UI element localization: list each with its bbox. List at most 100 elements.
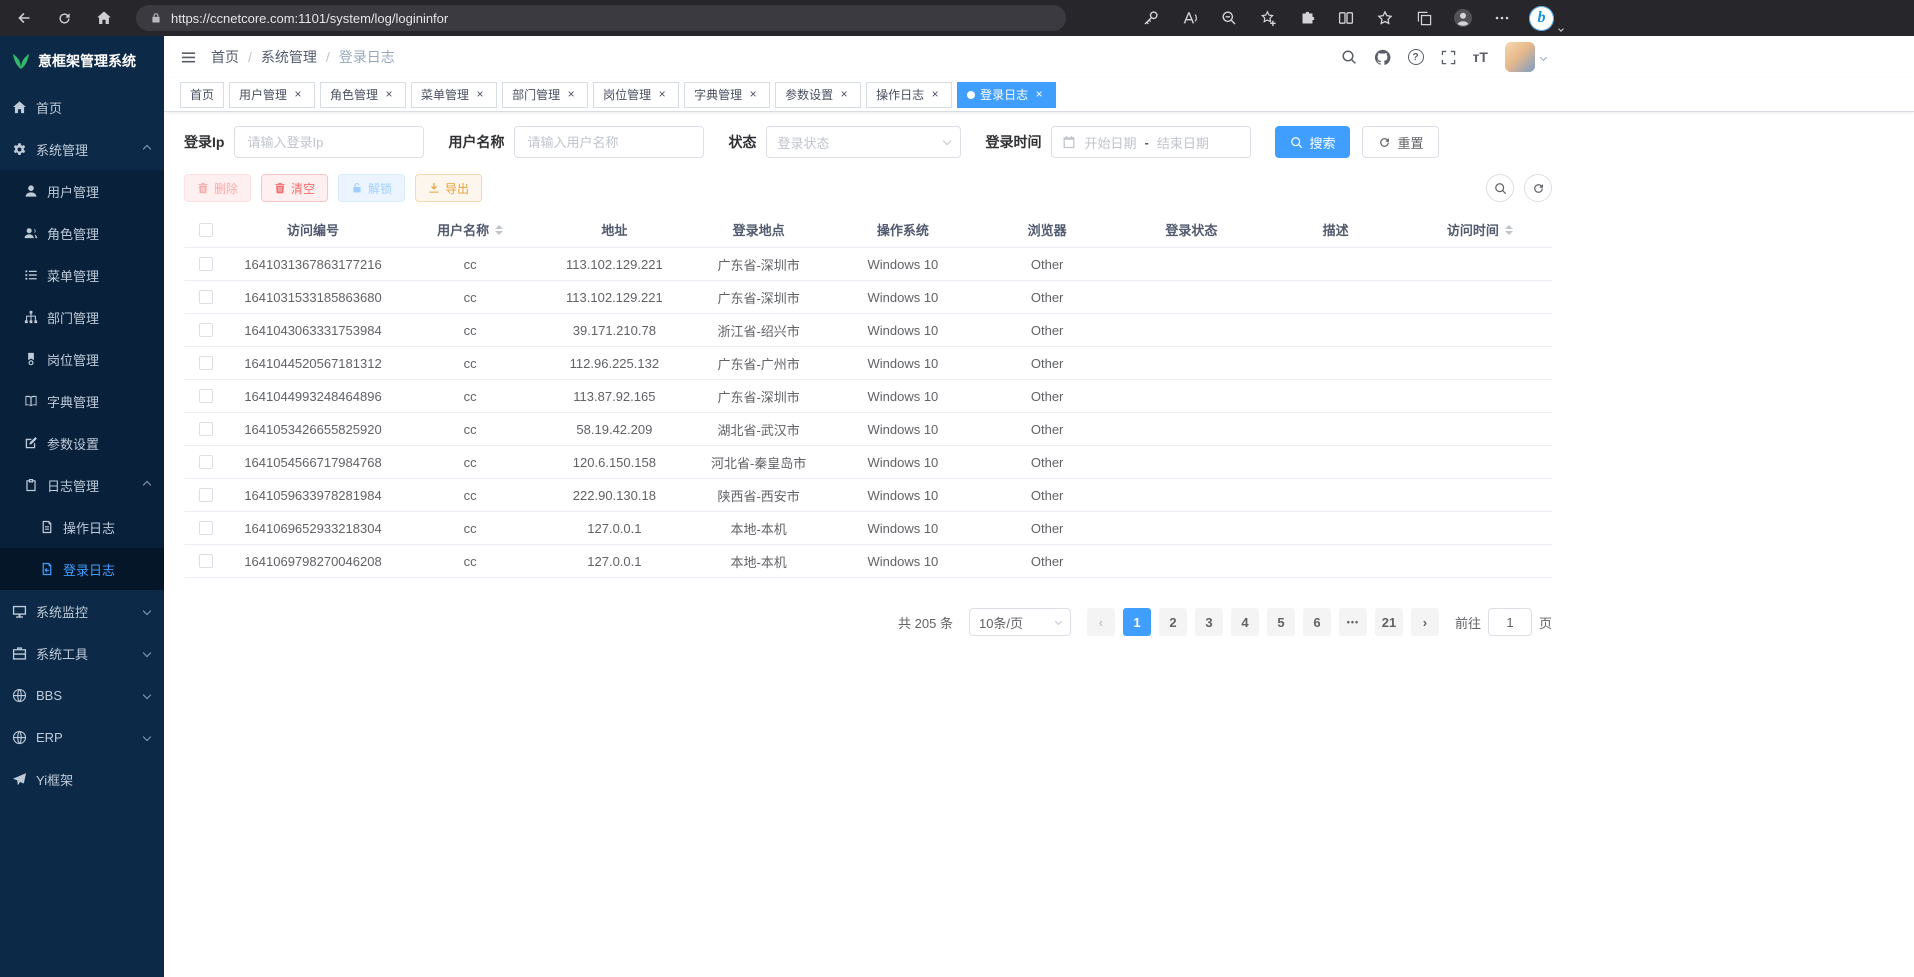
reset-button[interactable]: 重置 [1362,126,1439,158]
more-pages-button[interactable]: ••• [1339,608,1367,636]
sidebar-item-log-management[interactable]: 日志管理 [0,464,164,506]
sidebar-item-bbs[interactable]: BBS [0,674,164,716]
password-key-button[interactable] [1139,6,1163,30]
tab-close-icon[interactable]: × [746,88,760,102]
browser-home-button[interactable] [92,6,116,30]
sidebar-item-menu-management[interactable]: 菜单管理 [0,254,164,296]
page-button-6[interactable]: 6 [1303,608,1331,636]
tab-login-log[interactable]: 登录日志× [957,82,1056,108]
toolbox-icon [12,646,27,661]
sidebar-item-post-management[interactable]: 岗位管理 [0,338,164,380]
status-select[interactable]: 登录状态 [766,126,961,158]
tab-param-settings[interactable]: 参数设置× [775,82,861,108]
prev-page-button[interactable]: ‹ [1087,608,1115,636]
tab-operation-log[interactable]: 操作日志× [866,82,952,108]
delete-button[interactable]: 删除 [184,174,251,202]
sidebar-item-erp[interactable]: ERP [0,716,164,758]
sidebar-item-dict-management[interactable]: 字典管理 [0,380,164,422]
row-checkbox[interactable] [199,290,213,304]
sidebar-item-yi-framework[interactable]: Yi框架 [0,758,164,800]
split-screen-button[interactable] [1334,6,1358,30]
select-all-checkbox[interactable] [199,223,213,237]
sidebar-item-login-log[interactable]: 登录日志 [0,548,164,590]
font-size-button[interactable]: тT [1473,49,1488,65]
sidebar-item-param-settings[interactable]: 参数设置 [0,422,164,464]
browser-menu-button[interactable] [1490,6,1514,30]
next-page-button[interactable]: › [1411,608,1439,636]
tab-close-icon[interactable]: × [382,88,396,102]
tab-dict-management[interactable]: 字典管理× [684,82,770,108]
refresh-table-button[interactable] [1524,174,1552,202]
sidebar-item-dept-management[interactable]: 部门管理 [0,296,164,338]
row-checkbox[interactable] [199,521,213,535]
row-checkbox[interactable] [199,257,213,271]
toggle-search-button[interactable] [1486,174,1514,202]
address-bar[interactable]: https://ccnetcore.com:1101/system/log/lo… [136,5,1066,31]
row-checkbox[interactable] [199,356,213,370]
tab-close-icon[interactable]: × [291,88,305,102]
add-favorite-button[interactable] [1256,6,1280,30]
sidebar-item-system-tools[interactable]: 系统工具 [0,632,164,674]
fullscreen-button[interactable] [1441,49,1456,65]
browser-refresh-button[interactable] [52,6,76,30]
browser-back-button[interactable] [12,6,36,30]
sidebar-item-operation-log[interactable]: 操作日志 [0,506,164,548]
date-range-picker[interactable]: 开始日期 - 结束日期 [1051,126,1251,158]
page-button-5[interactable]: 5 [1267,608,1295,636]
row-checkbox[interactable] [199,455,213,469]
tab-home[interactable]: 首页 [180,82,224,108]
app-logo[interactable]: 意框架管理系统 [0,36,164,86]
tab-dept-management[interactable]: 部门管理× [502,82,588,108]
tab-close-icon[interactable]: × [655,88,669,102]
page-button-1[interactable]: 1 [1123,608,1151,636]
collections-button[interactable] [1412,6,1436,30]
row-checkbox[interactable] [199,323,213,337]
copilot-bing-button[interactable]: b [1529,6,1554,31]
browser-profile-button[interactable] [1451,6,1475,30]
search-button[interactable]: 搜索 [1275,126,1350,158]
zoom-button[interactable] [1217,6,1241,30]
row-checkbox[interactable] [199,422,213,436]
tab-post-management[interactable]: 岗位管理× [593,82,679,108]
clear-button[interactable]: 清空 [261,174,328,202]
page-button-4[interactable]: 4 [1231,608,1259,636]
sidebar-toggle-button[interactable] [180,49,197,66]
avatar-dropdown[interactable] [1505,42,1546,72]
tab-close-icon[interactable]: × [837,88,851,102]
breadcrumb-section[interactable]: 系统管理 [261,47,317,67]
help-button[interactable]: ? [1408,49,1424,65]
read-aloud-button[interactable] [1178,6,1202,30]
column-header-visit-time[interactable]: 访问时间 [1408,220,1552,239]
tab-menu-management[interactable]: 菜单管理× [411,82,497,108]
github-button[interactable] [1374,48,1391,65]
row-checkbox[interactable] [199,554,213,568]
header-search-button[interactable] [1341,49,1357,66]
sidebar-item-role-management[interactable]: 角色管理 [0,212,164,254]
tab-close-icon[interactable]: × [564,88,578,102]
monitor-icon [12,604,27,619]
row-checkbox[interactable] [199,389,213,403]
export-button[interactable]: 导出 [415,174,482,202]
page-size-select[interactable]: 10条/页 [969,608,1071,636]
extensions-button[interactable] [1295,6,1319,30]
sidebar-item-system-management[interactable]: 系统管理 [0,128,164,170]
sidebar-item-user-management[interactable]: 用户管理 [0,170,164,212]
goto-page-input[interactable] [1488,608,1532,636]
tab-close-icon[interactable]: × [1032,88,1046,102]
row-checkbox[interactable] [199,488,213,502]
sidebar-item-system-monitor[interactable]: 系统监控 [0,590,164,632]
tab-user-management[interactable]: 用户管理× [229,82,315,108]
tab-role-management[interactable]: 角色管理× [320,82,406,108]
breadcrumb-home[interactable]: 首页 [211,47,239,67]
unlock-button[interactable]: 解锁 [338,174,405,202]
column-header-username[interactable]: 用户名称 [398,220,542,239]
page-button-last[interactable]: 21 [1375,608,1403,636]
username-input[interactable] [514,126,704,158]
login-ip-input[interactable] [234,126,424,158]
page-button-2[interactable]: 2 [1159,608,1187,636]
sidebar-item-home[interactable]: 首页 [0,86,164,128]
favorites-button[interactable] [1373,6,1397,30]
tab-close-icon[interactable]: × [473,88,487,102]
page-button-3[interactable]: 3 [1195,608,1223,636]
tab-close-icon[interactable]: × [928,88,942,102]
